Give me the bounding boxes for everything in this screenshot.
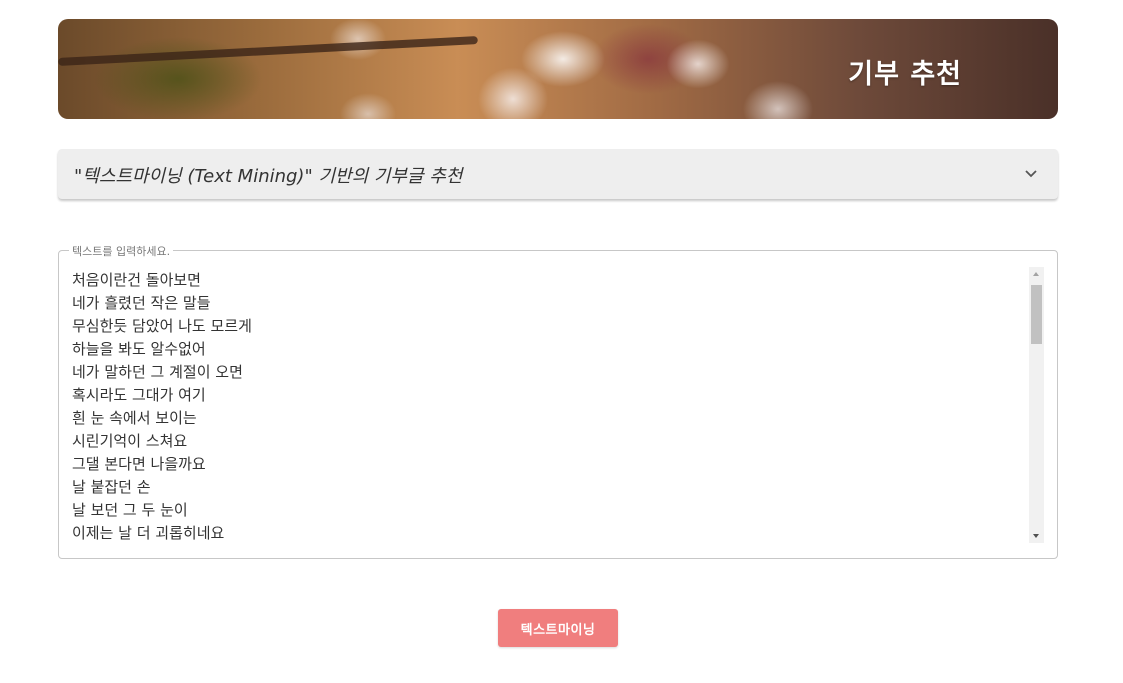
textarea-scrollbar[interactable] xyxy=(1029,267,1044,543)
text-mining-accordion[interactable]: "텍스트마이닝 (Text Mining)" 기반의 기부글 추천 xyxy=(58,149,1058,199)
text-input-field[interactable]: 텍스트를 입력하세요. 처음이란건 돌아보면 네가 흘렸던 작은 말들 무심한듯… xyxy=(58,243,1058,559)
scroll-down-arrow-icon[interactable] xyxy=(1033,534,1039,538)
text-input-label: 텍스트를 입력하세요. xyxy=(69,243,174,259)
text-mining-button[interactable]: 텍스트마이닝 xyxy=(498,609,618,647)
page-title: 기부 추천 xyxy=(848,59,962,90)
banner-branch-decoration xyxy=(58,36,478,66)
header-banner: 기부 추천 xyxy=(58,19,1058,119)
text-input-area[interactable]: 처음이란건 돌아보면 네가 흘렸던 작은 말들 무심한듯 담았어 나도 모르게 … xyxy=(72,269,1022,549)
scroll-up-arrow-icon[interactable] xyxy=(1033,272,1039,276)
accordion-title: "텍스트마이닝 (Text Mining)" 기반의 기부글 추천 xyxy=(74,166,463,187)
chevron-down-icon[interactable] xyxy=(1024,167,1038,181)
scrollbar-thumb[interactable] xyxy=(1031,285,1042,344)
